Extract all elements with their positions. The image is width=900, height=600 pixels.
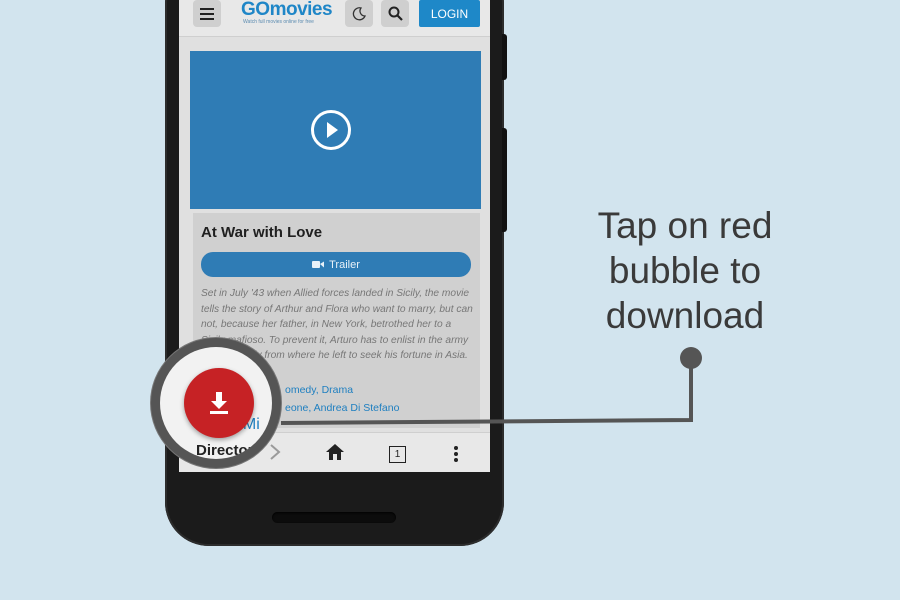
callout-line-2: bubble to	[608, 250, 762, 291]
instruction-callout: Tap on red bubble to download	[560, 203, 810, 338]
callout-line-3: download	[605, 295, 765, 336]
callout-line-1: Tap on red	[597, 205, 773, 246]
